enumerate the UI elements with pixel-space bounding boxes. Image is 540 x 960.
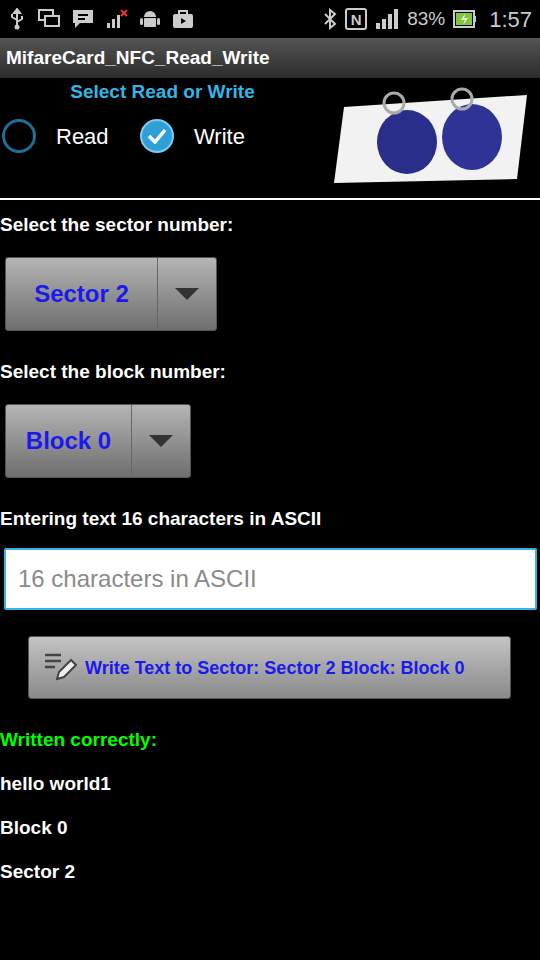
mode-radio-group: Read Write: [0, 119, 325, 153]
write-button-label: Write Text to Sector: Sector 2 Block: Bl…: [85, 656, 464, 680]
battery-percent: 83%: [407, 5, 445, 34]
write-button[interactable]: Write Text to Sector: Sector 2 Block: Bl…: [28, 636, 511, 699]
mode-header: Select Read or Write Read Write: [0, 78, 540, 198]
edit-icon: [43, 651, 77, 685]
mode-radio[interactable]: Write: [140, 119, 245, 153]
mode-label: Select Read or Write: [70, 79, 254, 105]
cell-signal-icon: [375, 8, 399, 30]
usb-icon: [8, 8, 26, 30]
result-title: Written correctly:: [0, 727, 540, 753]
result-line: Sector 2: [0, 859, 540, 885]
sector-label: Select the sector number:: [0, 212, 540, 238]
divider: [0, 198, 540, 200]
block-value: Block 0: [26, 423, 111, 459]
dropdown-arrow-icon: [175, 288, 199, 300]
android-icon: [140, 8, 160, 30]
clock: 1:57: [489, 3, 532, 36]
input-label: Entering text 16 characters in ASCII: [0, 506, 540, 532]
result-line: hello world1: [0, 771, 540, 797]
sector-value: Sector 2: [34, 276, 129, 312]
block-label: Select the block number:: [0, 359, 540, 385]
signal-off-icon: [106, 9, 128, 29]
keyfob-picture: [332, 87, 532, 187]
battery-icon: [453, 9, 477, 29]
title-bar: MifareCard_NFC_Read_Write: [0, 38, 540, 78]
nfc-icon: N: [345, 8, 367, 30]
result-list: hello world1 Block 0 Sector 2: [0, 771, 540, 885]
screen-icon: [38, 9, 60, 29]
mode-radio-label: Read: [56, 120, 109, 153]
bag-icon: [172, 9, 194, 29]
radio-checked-icon[interactable]: [140, 119, 174, 153]
mode-radio[interactable]: Read: [0, 119, 140, 153]
dropdown-arrow-icon: [149, 435, 173, 447]
mode-radio-label: Write: [194, 120, 245, 153]
result-line: Block 0: [0, 815, 540, 841]
sector-spinner[interactable]: Sector 2: [5, 257, 217, 331]
bluetooth-icon: [323, 8, 337, 30]
text-input[interactable]: [4, 548, 537, 610]
message-icon: [72, 9, 94, 29]
status-bar: N 83% 1:57: [0, 0, 540, 38]
app-title: MifareCard_NFC_Read_Write: [6, 44, 270, 73]
block-spinner[interactable]: Block 0: [5, 404, 191, 478]
radio-unchecked-icon[interactable]: [2, 119, 36, 153]
